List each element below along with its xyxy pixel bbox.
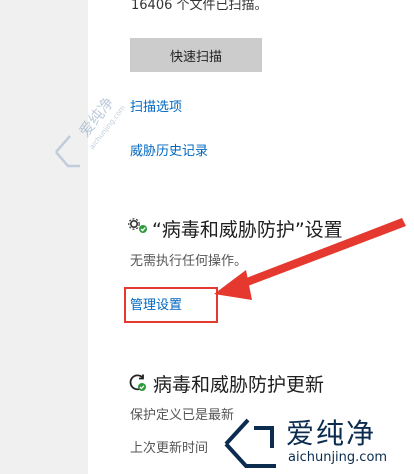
watermark-url: aichunjing.com bbox=[288, 450, 388, 465]
watermark-brand: 爱纯净 aichunjing.com bbox=[214, 408, 414, 474]
watermark-logo-icon bbox=[224, 418, 276, 468]
watermark-name: 爱纯净 bbox=[286, 417, 377, 450]
annotation-arrow-icon bbox=[214, 218, 406, 300]
